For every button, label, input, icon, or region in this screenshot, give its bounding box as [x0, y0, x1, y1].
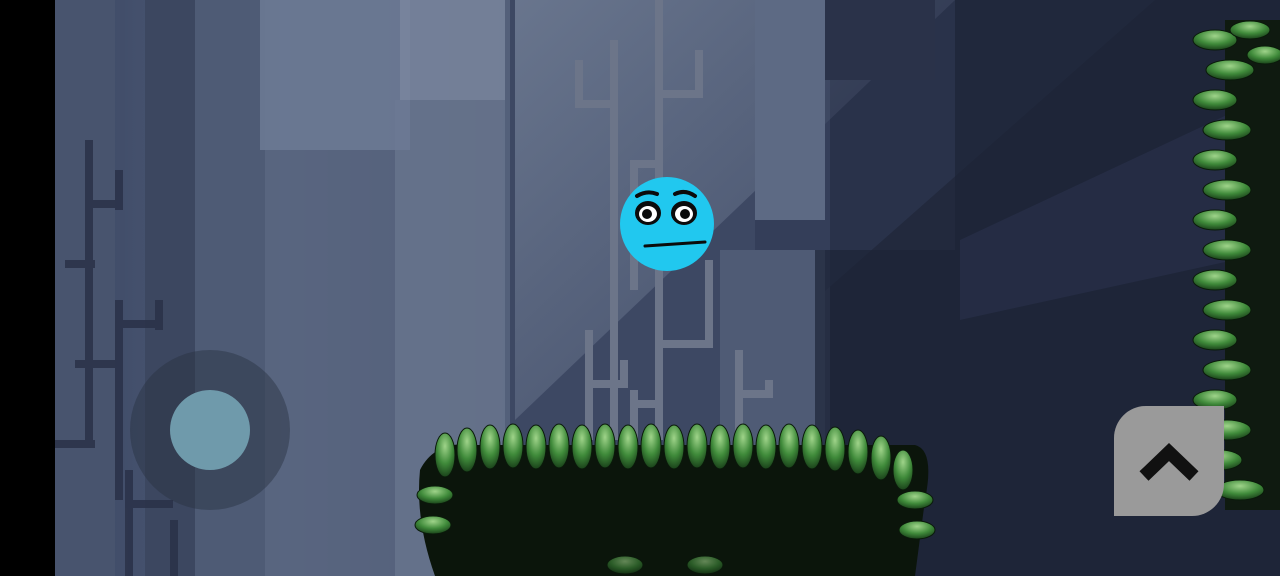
game-screen [0, 0, 1280, 576]
blue-ball-face-icon [620, 177, 714, 271]
jump-button[interactable] [1114, 406, 1224, 516]
tree-trunk [755, 0, 825, 220]
virtual-joystick[interactable] [130, 350, 290, 510]
joystick-knob[interactable] [170, 390, 250, 470]
chevron-up-icon [1139, 442, 1199, 481]
player-ball [619, 176, 715, 272]
foliage-platform [414, 423, 936, 576]
letterbox-bar [0, 0, 55, 576]
